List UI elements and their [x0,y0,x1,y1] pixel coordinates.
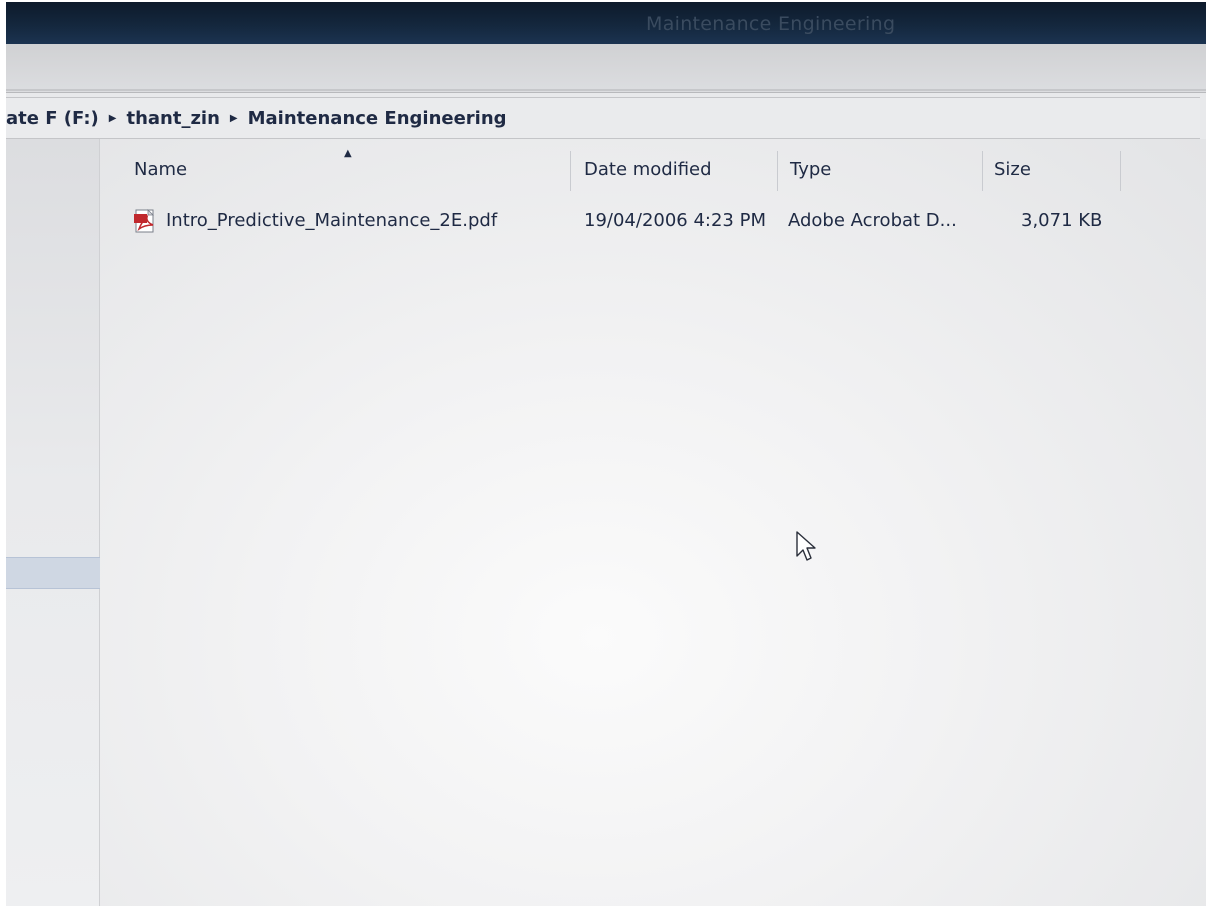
navigation-selected-item[interactable] [6,557,107,589]
breadcrumb-maintenance-engineering[interactable]: Maintenance Engineering [242,108,513,129]
chevron-right-icon[interactable]: ▶ [105,113,121,124]
column-header-name[interactable]: Name [134,159,187,180]
column-divider[interactable] [570,151,571,191]
sort-ascending-icon: ▲ [344,148,352,159]
column-header-type[interactable]: Type [790,159,831,180]
column-divider[interactable] [1120,151,1121,191]
navigation-pane[interactable] [6,139,100,906]
file-row[interactable]: Intro_Predictive_Maintenance_2E.pdf 19/0… [126,203,1126,237]
address-bar[interactable]: ate F (F:) ▶ thant_zin ▶ Maintenance Eng… [6,97,1200,139]
file-size: 3,071 KB [1021,210,1103,231]
column-divider[interactable] [777,151,778,191]
file-type: Adobe Acrobat D... [788,210,957,231]
file-date-modified: 19/04/2006 4:23 PM [584,210,766,231]
mouse-pointer-icon [796,531,816,561]
title-bar[interactable]: Maintenance Engineering [6,2,1206,44]
chevron-right-icon[interactable]: ▶ [226,113,242,124]
breadcrumb-thant-zin[interactable]: thant_zin [120,108,225,129]
column-header-date-modified[interactable]: Date modified [584,159,712,180]
file-explorer-window: Maintenance Engineering ate F (F:) ▶ tha… [6,2,1206,906]
column-divider[interactable] [982,151,983,191]
ribbon-divider [6,89,1206,91]
window-title: Maintenance Engineering [646,13,896,35]
file-list-pane[interactable]: ▲ Name Date modified Type Size Intro_Pre… [100,139,1206,906]
pdf-file-icon [134,209,154,233]
file-name[interactable]: Intro_Predictive_Maintenance_2E.pdf [166,210,497,231]
column-header-size[interactable]: Size [994,159,1031,180]
breadcrumb-drive[interactable]: ate F (F:) [6,108,105,129]
ribbon-toolbar [6,44,1206,93]
